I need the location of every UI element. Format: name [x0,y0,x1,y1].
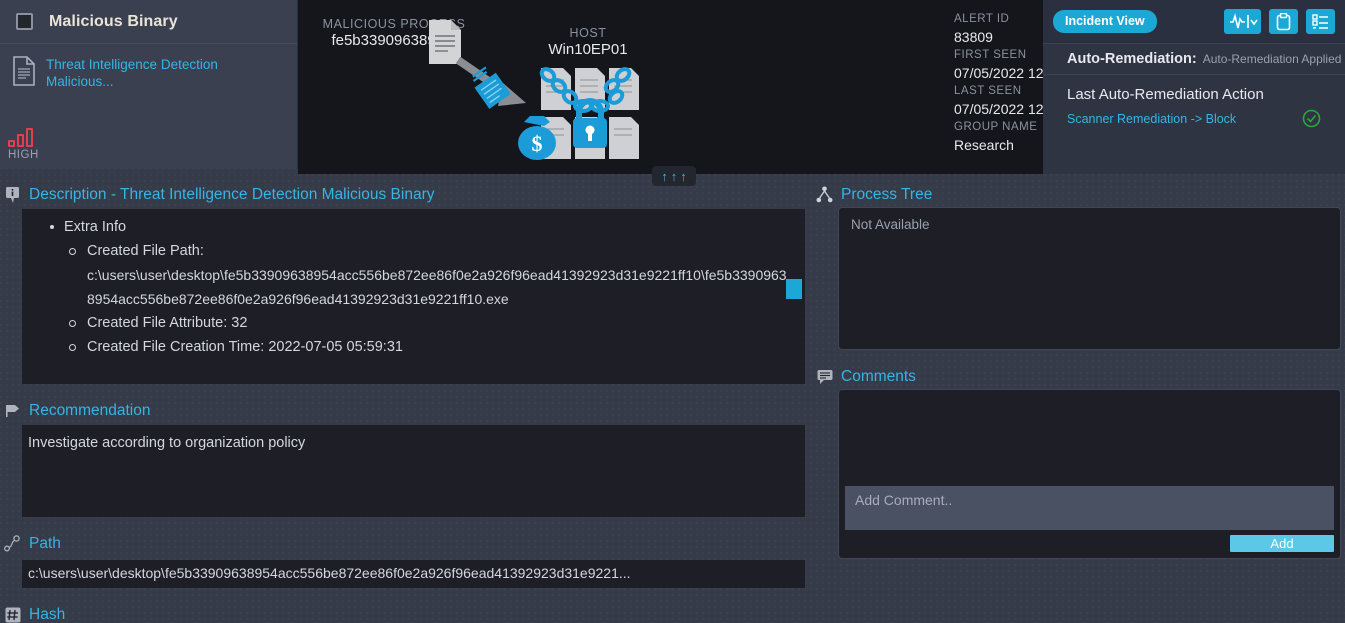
alert-id-key: ALERT ID [954,13,1010,25]
clipboard-icon[interactable] [1269,9,1298,34]
up-arrow-icon: ↑ [680,168,687,184]
list-icon[interactable] [1306,9,1335,34]
auto-remediation-value: Auto-Remediation Applied [1202,52,1342,66]
alert-title: Malicious Binary [49,12,178,30]
created-file-path-label: Created File Path: [87,243,204,259]
path-value: c:\users\user\desktop\fe5b33909638954acc… [28,565,631,581]
hash-header: Hash [0,602,810,623]
process-tree-icon [816,186,833,203]
hash-title: Hash [29,605,66,623]
recommendation-text: Investigate according to organization po… [28,435,306,451]
up-arrow-icon: ↑ [661,168,668,184]
flag-arrow-icon [4,402,21,419]
recommendation-panel: Investigate according to organization po… [22,425,805,517]
last-action-title: Last Auto-Remediation Action [1067,86,1264,103]
alert-summary-card[interactable]: Malicious Binary Threat Intelligence Det… [0,0,298,169]
comments-footer: Add [845,530,1334,552]
created-file-path-value: c:\users\user\desktop\fe5b33909638954acc… [87,267,787,307]
file-icon [429,20,461,64]
alert-detection-link[interactable]: Threat Intelligence Detection Malicious.… [46,56,246,90]
path-title: Path [29,534,61,552]
add-comment-button[interactable]: Add [1230,535,1334,552]
up-arrow-icon: ↑ [670,168,678,184]
last-seen-value: 07/05/2022 12:59 [954,101,1063,117]
list-item: Created File Creation Time: 2022-07-05 0… [64,335,791,359]
auto-remediation-label: Auto-Remediation: [1067,51,1197,67]
description-sublist: Created File Path: c:\users\user\desktop… [64,239,791,359]
auto-remediation-status: Auto-Remediation: Auto-Remediation Appli… [1043,44,1345,75]
success-check-icon [1302,109,1321,128]
details-column: Description - Threat Intelligence Detect… [0,182,810,623]
description-list: Extra Info Created File Path: c:\users\u… [22,215,791,359]
created-file-attribute: Created File Attribute: 32 [87,315,248,331]
comments-header: Comments [812,364,1345,389]
comments-title: Comments [841,367,916,385]
description-title: Description - Threat Intelligence Detect… [29,185,435,203]
incident-view-button[interactable]: Incident View [1053,10,1157,33]
comments-list [845,396,1334,486]
group-name-key: GROUP NAME [954,121,1038,133]
list-item: Created File Attribute: 32 [64,311,791,335]
info-icon [4,186,21,203]
process-tree-header: Process Tree [812,182,1345,207]
process-tree-title: Process Tree [841,185,933,203]
process-tree-content: Not Available [851,217,930,232]
hash-icon [4,606,21,623]
toolbar-icon-group [1224,9,1335,34]
created-file-creation-time: Created File Creation Time: 2022-07-05 0… [87,339,403,355]
last-seen-key: LAST SEEN [954,85,1022,97]
extra-info-label: Extra Info [64,219,127,235]
activity-dropdown-icon[interactable] [1224,9,1261,34]
severity-label: HIGH [8,149,39,161]
summary-card-header: Malicious Binary [0,0,297,44]
top-summary-strip: Malicious Binary Threat Intelligence Det… [0,0,1345,186]
comments-panel: Add [838,389,1341,559]
path-header: Path [0,531,810,556]
summary-card-body: Threat Intelligence Detection Malicious.… [0,44,297,90]
alert-detail-page: Malicious Binary Threat Intelligence Det… [0,0,1345,623]
collapse-diagram-button[interactable]: ↑ ↑ ↑ [652,166,696,186]
last-action-link[interactable]: Scanner Remediation -> Block [1067,112,1236,126]
comment-icon [816,368,833,385]
list-item: Extra Info Created File Path: c:\users\u… [22,215,791,359]
list-item: Created File Path: c:\users\user\desktop… [64,239,791,311]
severity-indicator: HIGH [8,128,68,161]
svg-text:$: $ [532,131,543,156]
document-icon [12,56,36,86]
recommendation-header: Recommendation [0,398,810,423]
alert-metadata: ALERT ID 83809 FIRST SEEN 07/05/2022 12:… [940,0,1063,174]
process-tree-panel: Not Available [838,207,1341,350]
side-column: Process Tree Not Available Comments Add … [812,182,1345,623]
recommendation-title: Recommendation [29,401,151,419]
select-alert-checkbox[interactable] [16,13,33,30]
description-scrollbar-thumb[interactable] [786,279,802,299]
description-panel[interactable]: Extra Info Created File Path: c:\users\u… [22,209,805,384]
add-comment-input[interactable] [845,486,1334,530]
first-seen-key: FIRST SEEN [954,49,1027,61]
severity-bars-icon [8,128,68,147]
first-seen-value: 07/05/2022 12:59 [954,65,1063,81]
node-graph-icon [4,535,21,552]
attack-diagram: MALICIOUS PROCESS fe5b3390963895... HOST… [298,0,940,186]
path-panel[interactable]: c:\users\user\desktop\fe5b33909638954acc… [22,560,805,588]
diagram-graphics: $ [429,20,639,160]
remediation-toolbar: Incident View [1043,0,1345,44]
group-name-value: Research [954,137,1014,153]
last-action-row: Scanner Remediation -> Block [1043,103,1345,128]
alert-id-value: 83809 [954,29,993,45]
remediation-panel: Incident View Auto-Remediation: Auto-Rem… [1043,0,1345,174]
